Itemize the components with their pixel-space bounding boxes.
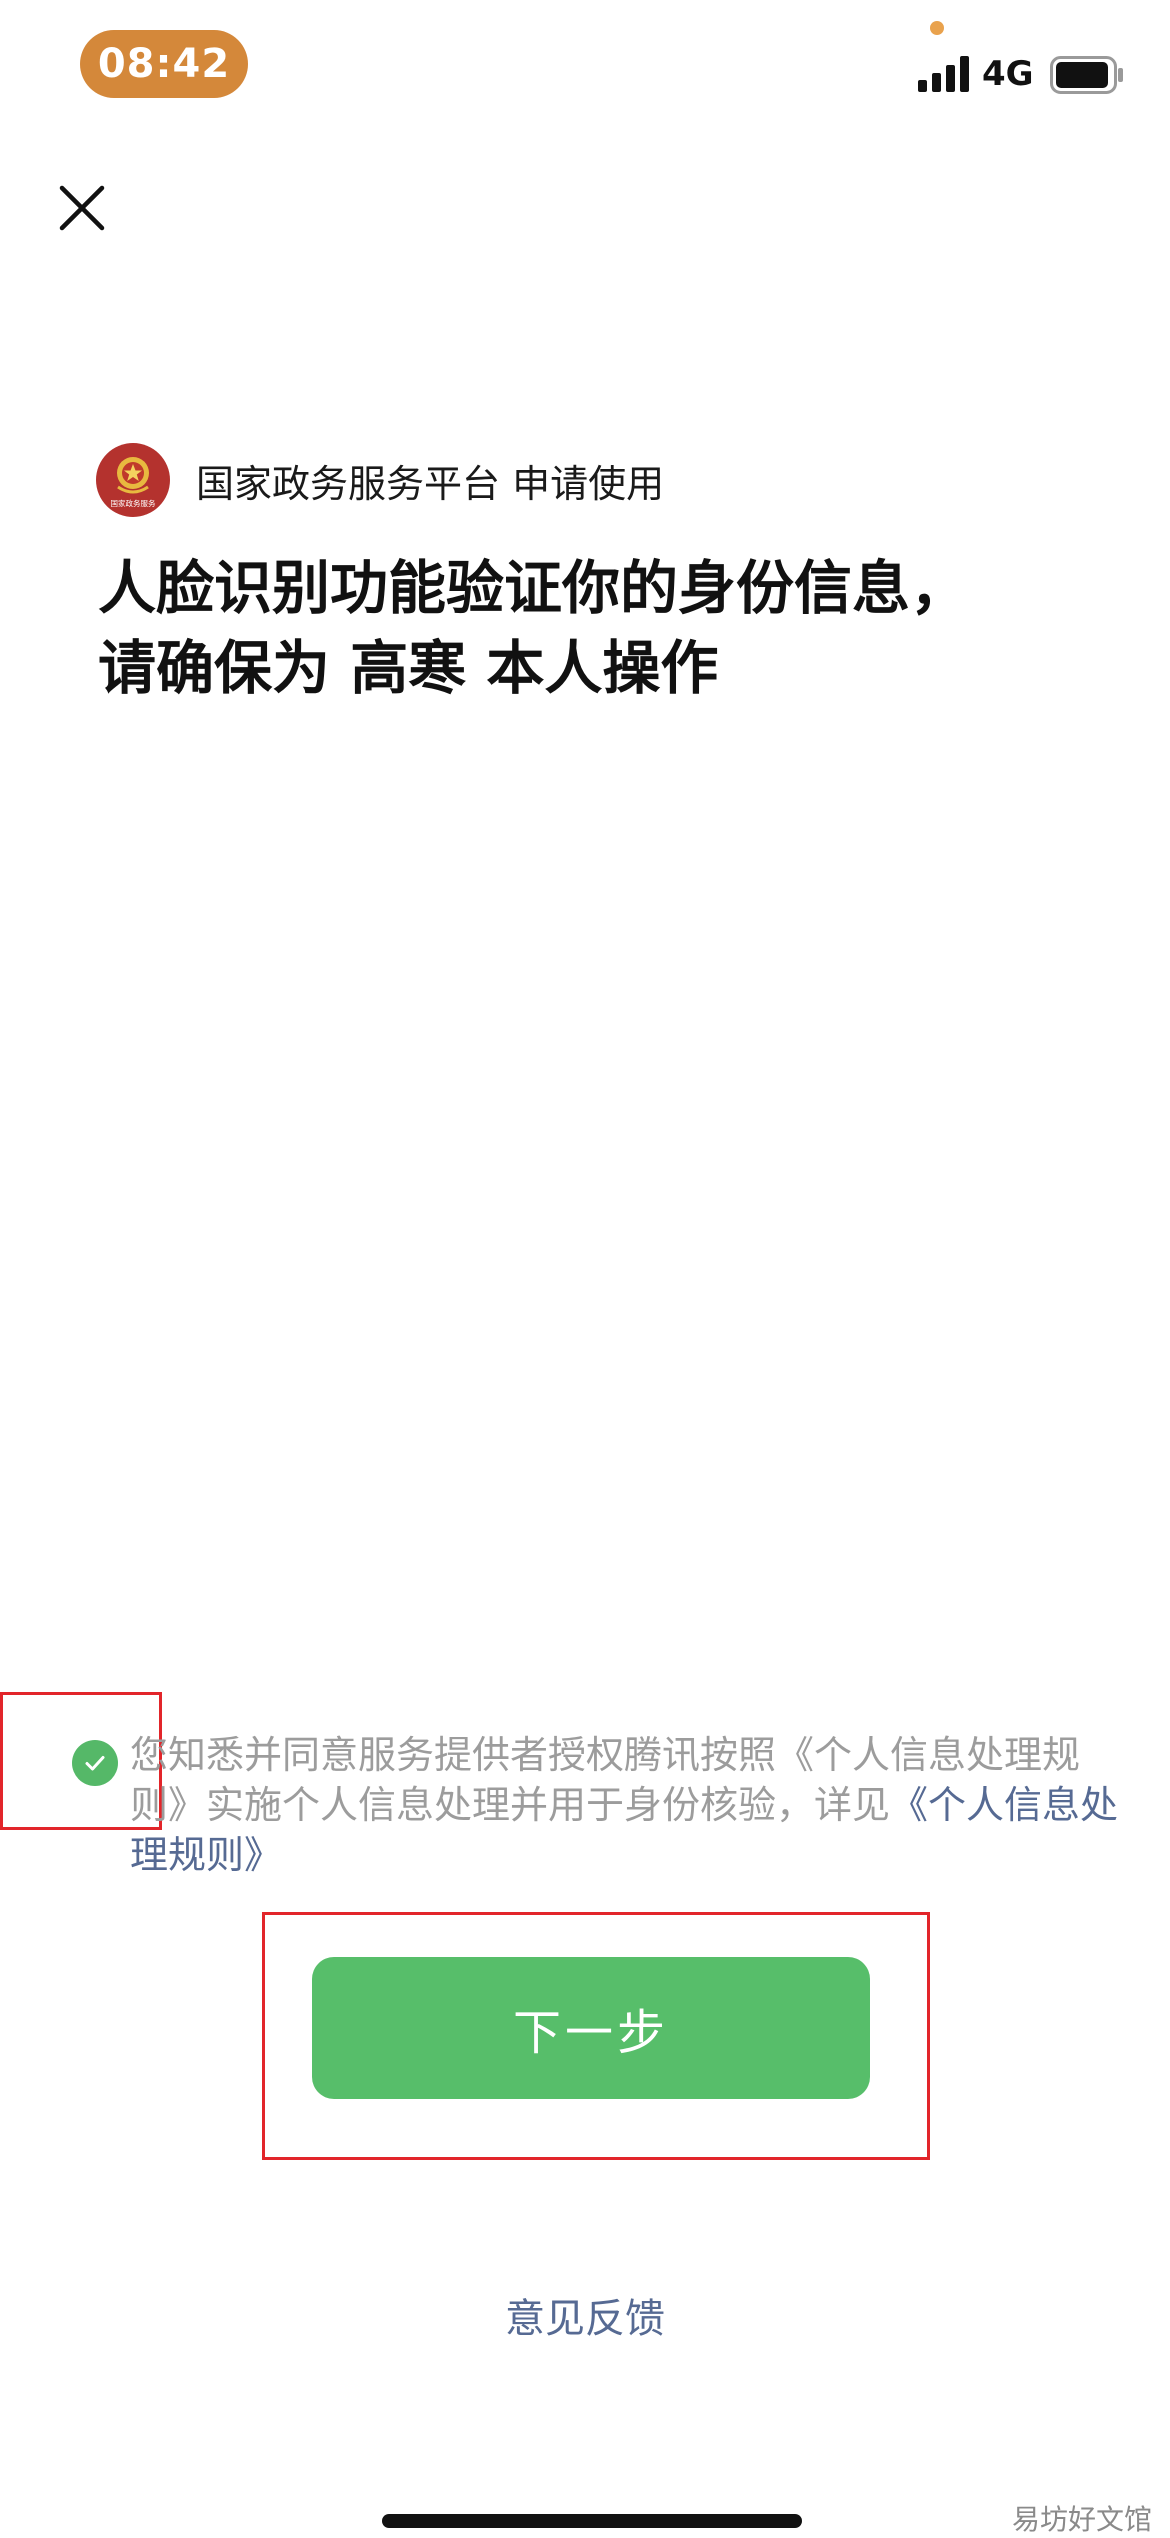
requester-text: 国家政务服务平台 申请使用 — [196, 461, 665, 506]
network-type-label: 4G — [982, 54, 1034, 94]
emblem-caption: 国家政务服务 — [111, 498, 156, 508]
check-icon — [85, 1756, 105, 1771]
national-emblem-logo: 国家政务服务 — [96, 443, 170, 517]
consent-text: 您知悉并同意服务提供者授权腾讯按照《个人信息处理规则》实施个人信息处理并用于身份… — [130, 1730, 1120, 1880]
feedback-link[interactable]: 意见反馈 — [0, 2286, 1170, 2344]
signal-icon — [918, 56, 969, 92]
title-line-2: 请确保为 高寒 本人操作 — [98, 634, 719, 702]
home-indicator[interactable] — [382, 2514, 802, 2528]
next-step-button[interactable]: 下一步 — [312, 1957, 870, 2099]
title-line-1: 人脸识别功能验证你的身份信息， — [98, 554, 969, 622]
status-bar: 08:42 4G — [0, 0, 1170, 140]
privacy-indicator-dot — [930, 21, 944, 35]
requester-row: 国家政务服务 国家政务服务平台 申请使用 — [96, 442, 664, 518]
page-title: 人脸识别功能验证你的身份信息， 请确保为 高寒 本人操作 — [98, 548, 1078, 708]
status-time: 08:42 — [80, 30, 248, 98]
close-button[interactable] — [50, 176, 114, 240]
close-icon — [59, 185, 105, 231]
emblem-icon: 国家政务服务 — [111, 457, 156, 508]
watermark: 易坊好文馆 — [1011, 2503, 1152, 2536]
battery-icon — [1050, 56, 1123, 94]
consent-checkbox[interactable] — [72, 1740, 118, 1786]
